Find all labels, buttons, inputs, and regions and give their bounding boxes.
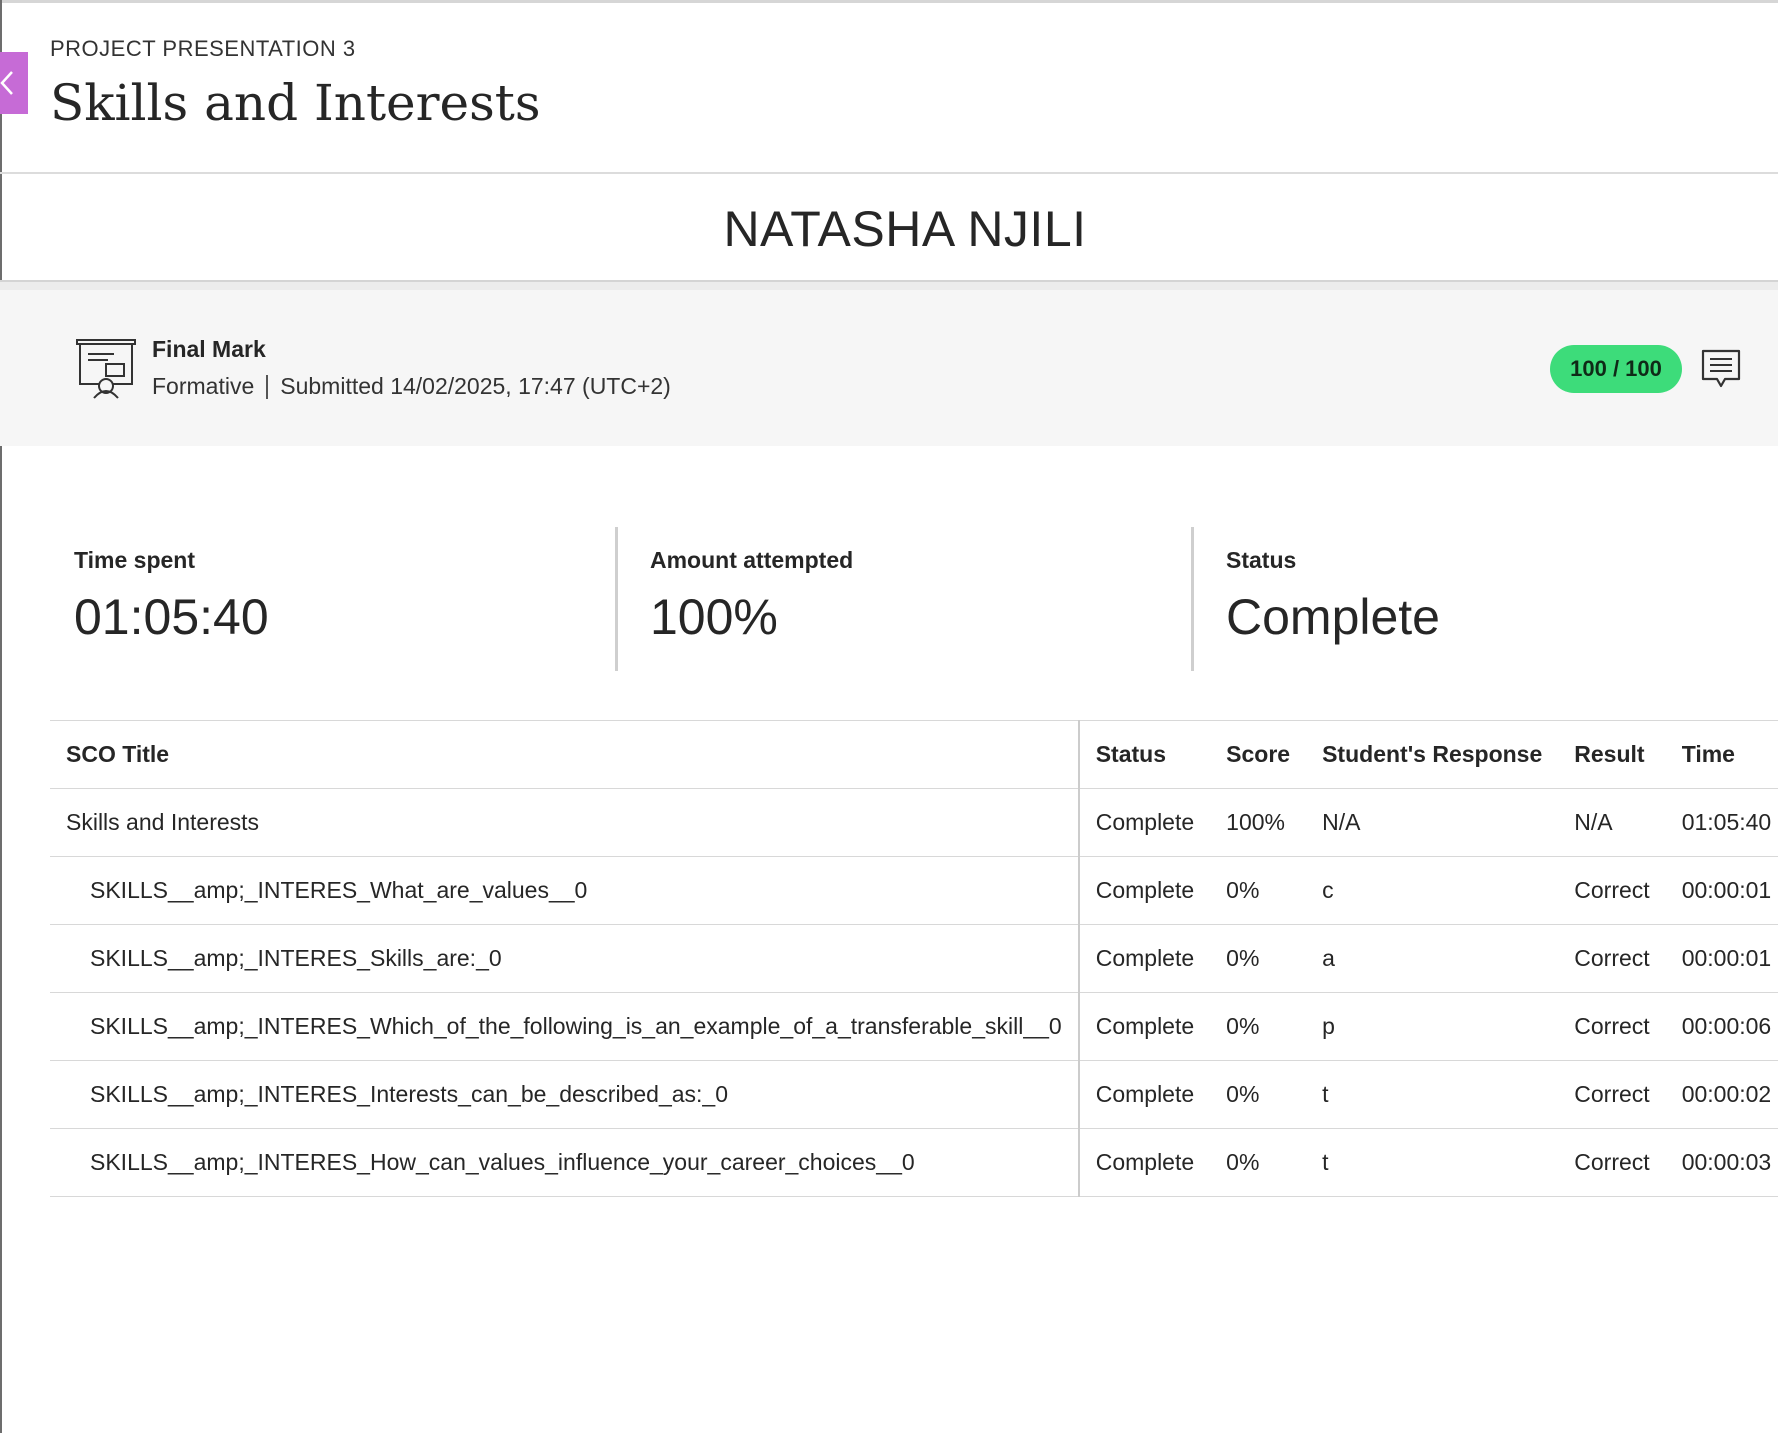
page-eyebrow: PROJECT PRESENTATION 3	[50, 36, 356, 61]
grade-detail-page: PROJECT PRESENTATION 3 Skills and Intere…	[0, 0, 1778, 1433]
cell-time: 00:00:03	[1665, 1128, 1778, 1197]
column-header-sco-title[interactable]: SCO Title	[50, 720, 1080, 789]
cell-score: 0%	[1210, 856, 1307, 925]
sco-table: SCO Title Status Score Student's Respons…	[50, 720, 1778, 1197]
submission-meta: Formative Submitted 14/02/2025, 17:47 (U…	[152, 373, 671, 400]
score-badge[interactable]: 100 / 100	[1550, 345, 1682, 393]
column-header-time[interactable]: Time	[1665, 720, 1778, 789]
cell-status: Complete	[1078, 856, 1211, 925]
cell-time: 00:00:02	[1665, 1060, 1778, 1129]
table-row: Skills and Interests Complete 100% N/A N…	[50, 788, 1778, 857]
stat-label: Status	[1226, 547, 1297, 573]
stat-status: Status Complete	[1226, 527, 1440, 671]
final-mark-label: Final Mark	[152, 336, 266, 362]
table-row: SKILLS__amp;_INTERES_Interests_can_be_de…	[50, 1060, 1778, 1129]
column-header-result[interactable]: Result	[1558, 720, 1666, 789]
stat-value: 100%	[650, 589, 778, 645]
cell-score: 0%	[1210, 924, 1307, 993]
stat-divider	[615, 527, 618, 671]
table-row: SKILLS__amp;_INTERES_How_can_values_infl…	[50, 1128, 1778, 1197]
cell-time: 00:00:01	[1665, 924, 1778, 993]
stat-value: Complete	[1226, 589, 1440, 645]
cell-result: Correct	[1558, 992, 1666, 1061]
cell-status: Complete	[1078, 788, 1211, 857]
cell-sco-title: SKILLS__amp;_INTERES_Interests_can_be_de…	[50, 1060, 1080, 1129]
back-button[interactable]	[0, 52, 28, 114]
stat-value: 01:05:40	[74, 589, 269, 645]
cell-sco-title: Skills and Interests	[50, 788, 1080, 857]
student-name: NATASHA NJILI	[723, 201, 1087, 257]
table-row: SKILLS__amp;_INTERES_What_are_values__0 …	[50, 856, 1778, 925]
final-mark-panel: Final Mark Formative Submitted 14/02/202…	[0, 290, 1778, 446]
submission-date: Submitted 14/02/2025, 17:47 (UTC+2)	[280, 373, 671, 399]
cell-time: 00:00:06	[1665, 992, 1778, 1061]
cell-sco-title: SKILLS__amp;_INTERES_What_are_values__0	[50, 856, 1080, 925]
column-header-score[interactable]: Score	[1210, 720, 1307, 789]
table-row: SKILLS__amp;_INTERES_Which_of_the_follow…	[50, 992, 1778, 1061]
cell-response: t	[1306, 1060, 1559, 1129]
page-header: PROJECT PRESENTATION 3 Skills and Intere…	[50, 36, 541, 132]
stat-divider	[1191, 527, 1194, 671]
cell-status: Complete	[1078, 1128, 1211, 1197]
cell-score: 0%	[1210, 1060, 1307, 1129]
cell-sco-title: SKILLS__amp;_INTERES_Skills_are:_0	[50, 924, 1080, 993]
chevron-left-icon	[0, 71, 13, 95]
cell-result: Correct	[1558, 1128, 1666, 1197]
page-title: Skills and Interests	[50, 74, 541, 132]
feedback-comment-icon[interactable]	[1701, 349, 1741, 389]
cell-result: Correct	[1558, 1060, 1666, 1129]
cell-time: 00:00:01	[1665, 856, 1778, 925]
cell-response: t	[1306, 1128, 1559, 1197]
table-row: SKILLS__amp;_INTERES_Skills_are:_0 Compl…	[50, 924, 1778, 993]
final-mark-info: Final Mark Formative Submitted 14/02/202…	[152, 336, 671, 400]
cell-status: Complete	[1078, 924, 1211, 993]
cell-response: N/A	[1306, 788, 1559, 857]
top-border	[0, 0, 1778, 3]
stat-label: Amount attempted	[650, 547, 854, 573]
cell-status: Complete	[1078, 992, 1211, 1061]
stat-label: Time spent	[74, 547, 195, 573]
meta-separator	[266, 374, 269, 399]
cell-status: Complete	[1078, 1060, 1211, 1129]
column-header-response[interactable]: Student's Response	[1306, 720, 1559, 789]
cell-result: Correct	[1558, 924, 1666, 993]
name-divider	[0, 280, 1778, 290]
cell-sco-title: SKILLS__amp;_INTERES_How_can_values_infl…	[50, 1128, 1080, 1197]
header-divider	[0, 172, 1778, 174]
attempt-summary: Time spent 01:05:40 Amount attempted 100…	[50, 527, 1760, 671]
cell-result: N/A	[1558, 788, 1666, 857]
cell-sco-title: SKILLS__amp;_INTERES_Which_of_the_follow…	[50, 992, 1080, 1061]
cell-response: c	[1306, 856, 1559, 925]
cell-score: 0%	[1210, 992, 1307, 1061]
stat-time-spent: Time spent 01:05:40	[74, 527, 269, 671]
stat-amount-attempted: Amount attempted 100%	[650, 527, 853, 671]
cell-score: 0%	[1210, 1128, 1307, 1197]
cell-result: Correct	[1558, 856, 1666, 925]
grade-type: Formative	[152, 373, 255, 399]
column-header-status[interactable]: Status	[1078, 720, 1211, 789]
cell-response: a	[1306, 924, 1559, 993]
presentation-board-icon	[76, 339, 136, 399]
cell-time: 01:05:40	[1665, 788, 1778, 857]
table-header-row: SCO Title Status Score Student's Respons…	[50, 720, 1778, 789]
cell-score: 100%	[1210, 788, 1307, 857]
cell-response: p	[1306, 992, 1559, 1061]
